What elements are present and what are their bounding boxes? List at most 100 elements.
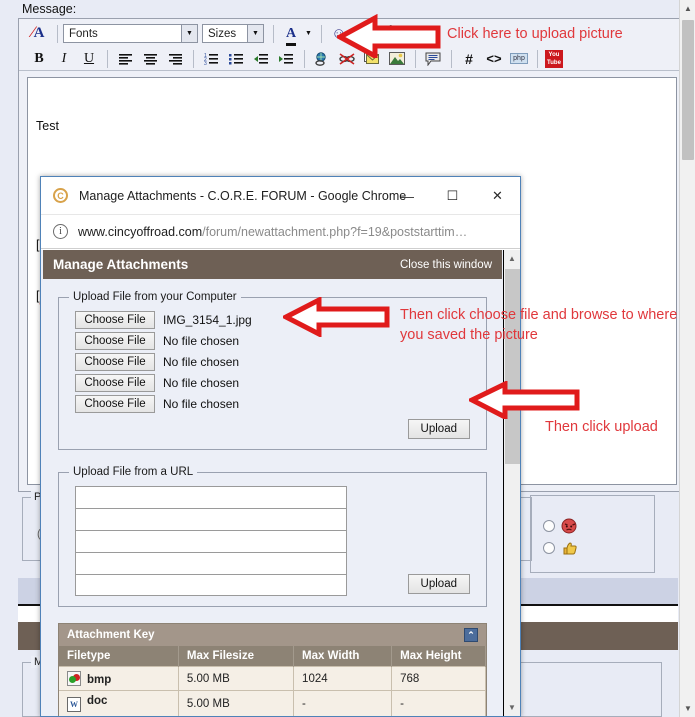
attachment-key-title-bar: Attachment Key ⌃ (59, 624, 486, 646)
italic-icon[interactable]: I (52, 48, 76, 70)
popup-scroll-thumb[interactable] (505, 269, 520, 464)
popup-scroll-down-arrow[interactable]: ▼ (504, 699, 520, 716)
indent-icon[interactable] (274, 48, 298, 70)
align-left-icon[interactable] (113, 48, 137, 70)
post-icon-radio-thumbsup[interactable] (543, 542, 555, 554)
annotation-upload-picture: Click here to upload picture (447, 26, 623, 42)
url-domain: www.cincyoffroad.com (78, 224, 203, 239)
scroll-up-arrow[interactable]: ▲ (680, 0, 695, 17)
choose-file-button-3[interactable]: Choose File (75, 353, 155, 371)
chevron-down-icon[interactable]: ▼ (305, 30, 312, 37)
toolbar-separator (107, 49, 108, 68)
upload-from-url-fieldset: Upload File from a URL Upload (58, 466, 487, 607)
choose-file-button-1[interactable]: Choose File (75, 311, 155, 329)
cell-filetype: bmp (59, 666, 179, 691)
filetype-label: doc (87, 695, 108, 707)
toolbar-separator (451, 49, 452, 68)
insert-code-icon[interactable]: <> (482, 48, 506, 70)
column-max-height: Max Height (391, 646, 486, 667)
url-input-list (75, 486, 347, 596)
angry-face-icon (561, 518, 577, 534)
font-family-value: Fonts (69, 27, 98, 40)
url-block: Upload (69, 486, 476, 596)
file-name-2: No file chosen (163, 334, 240, 348)
font-family-select[interactable]: Fonts ▼ (63, 24, 198, 43)
insert-hash-icon[interactable]: # (457, 48, 481, 70)
outdent-icon[interactable] (249, 48, 273, 70)
doc-file-icon: W (67, 697, 81, 712)
toolbar-separator (193, 49, 194, 68)
upload-button-computer[interactable]: Upload (407, 419, 470, 439)
core-forum-favicon: C (53, 188, 68, 203)
attachment-key-panel: Attachment Key ⌃ Filetype Max Filesize M… (58, 623, 487, 716)
address-bar[interactable]: i www.cincyoffroad.com/forum/newattachme… (41, 215, 520, 249)
toolbar-separator (537, 49, 538, 68)
popup-header: Manage Attachments Close this window (43, 250, 502, 279)
file-name-5: No file chosen (163, 397, 240, 411)
table-row: Wdoc 5.00 MB - - (59, 690, 486, 716)
attachment-key-table: Filetype Max Filesize Max Width Max Heig… (59, 646, 486, 716)
cell-maxwidth: 1024 (293, 666, 393, 691)
column-max-width: Max Width (293, 646, 393, 667)
chevron-down-icon: ▼ (181, 25, 197, 42)
window-controls: — ☐ ✕ (385, 177, 520, 215)
post-icon-radio-row-1[interactable] (543, 518, 577, 534)
toolbar-separator (320, 24, 322, 43)
upload-row-url: Upload (407, 574, 476, 596)
underline-icon[interactable]: U (77, 48, 101, 70)
url-input-3[interactable] (75, 530, 347, 552)
popup-scroll-up-arrow[interactable]: ▲ (504, 250, 520, 267)
url-input-1[interactable] (75, 486, 347, 508)
align-center-icon[interactable] (138, 48, 162, 70)
close-window-link[interactable]: Close this window (400, 259, 492, 271)
unordered-list-icon[interactable] (224, 48, 248, 70)
post-icon-radio-angry[interactable] (543, 520, 555, 532)
insert-link-icon[interactable] (310, 48, 334, 70)
svg-text:3: 3 (204, 61, 207, 65)
annotation-click-upload: Then click upload (545, 419, 658, 435)
insert-php-icon[interactable]: php (507, 48, 531, 70)
choose-file-button-4[interactable]: Choose File (75, 374, 155, 392)
close-button[interactable]: ✕ (475, 177, 520, 215)
ordered-list-icon[interactable]: 123 (199, 48, 223, 70)
scroll-thumb[interactable] (682, 20, 694, 160)
url-path: /forum/newattachment.php?f=19&poststartt… (202, 224, 468, 239)
toolbar-row-2: B I U 123 # <> php You Tube (27, 46, 566, 71)
font-color-icon[interactable]: A (279, 23, 303, 46)
file-name-4: No file chosen (163, 376, 240, 390)
upload-from-computer-legend: Upload File from your Computer (73, 291, 237, 303)
remove-formatting-icon[interactable]: A ⁄ (27, 23, 51, 45)
post-icon-radio-row-2[interactable] (543, 540, 577, 556)
message-label: Message: (22, 2, 77, 16)
minimize-button[interactable]: — (385, 177, 430, 215)
annotation-arrow-upload-icon (337, 14, 441, 58)
file-row: Choose File No file chosen (75, 353, 476, 371)
toolbar-separator (273, 24, 274, 43)
column-filetype: Filetype (59, 646, 179, 667)
font-size-select[interactable]: Sizes ▼ (202, 24, 264, 43)
site-info-icon[interactable]: i (53, 224, 68, 239)
window-titlebar[interactable]: C Manage Attachments - C.O.R.E. FORUM - … (41, 177, 520, 215)
choose-file-button-2[interactable]: Choose File (75, 332, 155, 350)
file-row: Choose File No file chosen (75, 374, 476, 392)
page-scrollbar[interactable]: ▲ ▼ (679, 0, 695, 717)
url-input-2[interactable] (75, 508, 347, 530)
message-line-test: Test (36, 119, 59, 133)
toolbar-separator (304, 49, 305, 68)
maximize-button[interactable]: ☐ (430, 177, 475, 215)
insert-youtube-icon[interactable]: You Tube (543, 48, 565, 70)
scroll-down-arrow[interactable]: ▼ (680, 700, 695, 717)
align-right-icon[interactable] (163, 48, 187, 70)
post-icon-options-box (530, 495, 655, 573)
thumbs-up-icon (563, 542, 577, 555)
url-input-4[interactable] (75, 552, 347, 574)
collapse-icon[interactable]: ⌃ (464, 628, 478, 642)
manage-attachments-window: C Manage Attachments - C.O.R.E. FORUM - … (40, 176, 521, 717)
font-size-value: Sizes (208, 27, 237, 40)
upload-row-computer: Upload (69, 419, 476, 439)
bold-icon[interactable]: B (27, 48, 51, 70)
url-input-5[interactable] (75, 574, 347, 596)
annotation-arrow-choose-file (283, 297, 390, 337)
choose-file-button-5[interactable]: Choose File (75, 395, 155, 413)
upload-button-url[interactable]: Upload (407, 574, 470, 594)
